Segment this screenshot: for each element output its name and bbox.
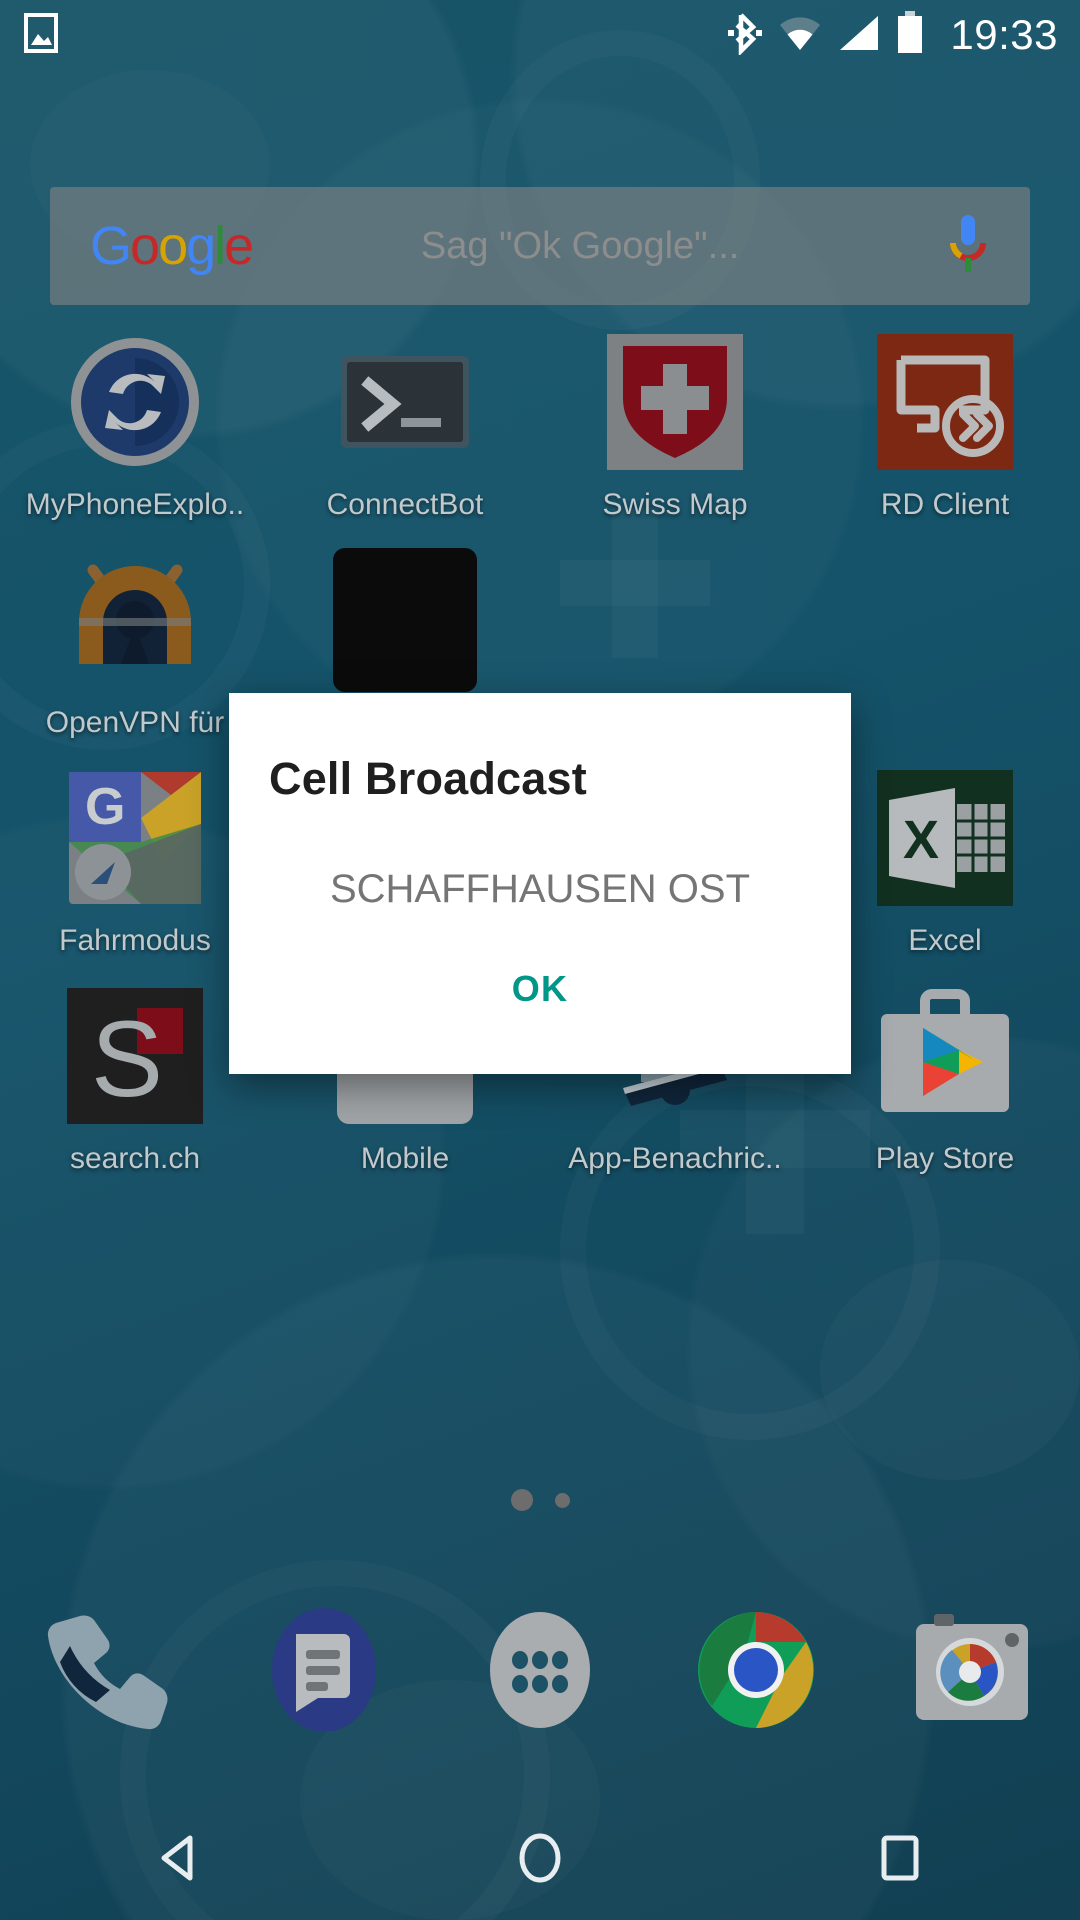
status-bar-clock: 19:33	[950, 11, 1058, 58]
status-bar: 19:33	[0, 0, 1080, 70]
dialog-message: SCHAFFHAUSEN OST	[329, 867, 751, 911]
home-button[interactable]	[360, 1830, 720, 1886]
wifi-icon	[778, 14, 822, 57]
dialog-title: Cell Broadcast	[269, 753, 587, 804]
navigation-bar	[0, 1795, 1080, 1920]
screenshot-image-icon	[24, 12, 58, 58]
bluetooth-icon	[728, 11, 763, 60]
recents-button[interactable]	[720, 1830, 1080, 1886]
back-button[interactable]	[0, 1830, 360, 1886]
battery-icon	[896, 10, 924, 60]
dialog-actions: OK	[229, 912, 851, 1074]
cellular-signal-icon	[838, 14, 880, 57]
ok-button[interactable]: OK	[512, 968, 568, 1010]
cell-broadcast-dialog: Cell Broadcast SCHAFFHAUSEN OST OK	[229, 693, 851, 1074]
